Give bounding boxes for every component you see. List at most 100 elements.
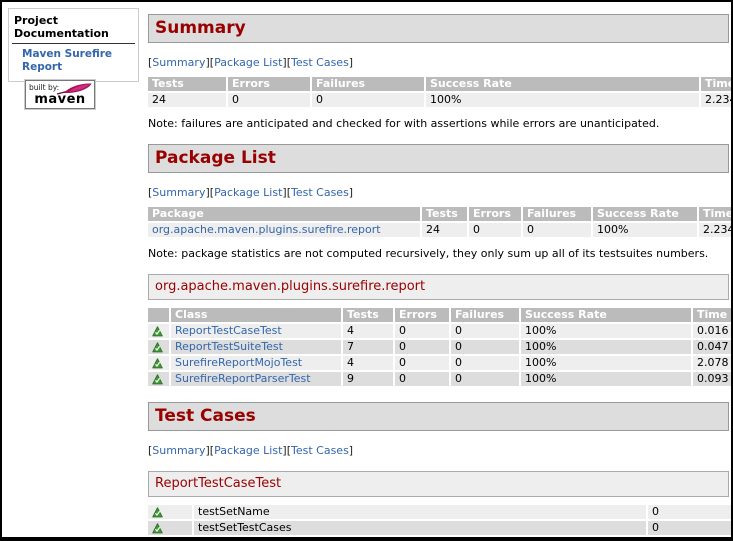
table-cell: 100%	[521, 324, 691, 338]
table-cell: 4	[343, 324, 393, 338]
column-header-success-rate: Success Rate	[521, 308, 691, 322]
package-detail-section-title: org.apache.maven.plugins.surefire.report	[148, 274, 729, 300]
class-row: SurefireReportMojoTest400100%2.078	[148, 356, 733, 370]
bracket: ]	[349, 56, 353, 69]
success-icon	[152, 372, 163, 385]
testcase-name: testSetTestCases	[194, 521, 646, 535]
column-header-time: Time	[701, 77, 733, 91]
table-cell: 100%	[521, 356, 691, 370]
column-header-time: Time	[693, 308, 733, 322]
sidebar-nav: Maven Surefire Report	[12, 44, 135, 73]
table-cell: 0	[395, 340, 449, 354]
table-cell: 100%	[426, 93, 699, 107]
summary-table-header-row: TestsErrorsFailuresSuccess RateTime	[148, 77, 733, 91]
report-content: Summary [Summary][Package List][Test Cas…	[146, 2, 731, 537]
class-table-header-row: ClassTestsErrorsFailuresSuccess RateTime	[148, 308, 733, 322]
sidebar-title: Project Documentation	[12, 13, 135, 44]
surefire-report-page: Project Documentation Maven Surefire Rep…	[0, 0, 733, 541]
testcase-row: testSetName0	[148, 505, 732, 519]
column-header-time: Time	[699, 207, 733, 221]
table-cell: 0	[451, 372, 519, 386]
testcase-name: testSetName	[194, 505, 646, 519]
success-icon	[152, 505, 163, 518]
class-link-reporttestsuitetest[interactable]: ReportTestSuiteTest	[175, 340, 283, 353]
table-cell: 0.093	[693, 372, 733, 386]
table-cell: 0	[451, 356, 519, 370]
class-row: ReportTestSuiteTest700100%0.047	[148, 340, 733, 354]
testcase-row: testSetTestCases0	[148, 521, 732, 535]
package-table-header-row: PackageTestsErrorsFailuresSuccess RateTi…	[148, 207, 733, 221]
table-cell: 0.016	[693, 324, 733, 338]
table-cell: 9	[343, 372, 393, 386]
table-cell: 0	[469, 223, 521, 237]
column-header-success-rate: Success Rate	[426, 77, 699, 91]
section-nav-links: [Summary][Package List][Test Cases]	[148, 444, 729, 457]
column-header-failures: Failures	[523, 207, 591, 221]
package-list-section-title: Package List	[148, 144, 729, 173]
column-header-package: Package	[148, 207, 420, 221]
testcase-time: 0	[648, 505, 732, 519]
nav-link-test-cases[interactable]: Test Cases	[291, 186, 349, 199]
summary-row: 2400100%2.234	[148, 93, 733, 107]
section-nav-links: [Summary][Package List][Test Cases]	[148, 186, 729, 199]
nav-link-package-list[interactable]: Package List	[214, 56, 282, 69]
package-list-note: Note: package statistics are not compute…	[148, 247, 729, 260]
package-list-table: PackageTestsErrorsFailuresSuccess RateTi…	[146, 205, 733, 239]
column-header-class: Class	[171, 308, 341, 322]
class-row: SurefireReportParserTest900100%0.093	[148, 372, 733, 386]
sidebar: Project Documentation Maven Surefire Rep…	[8, 8, 139, 82]
nav-link-summary[interactable]: Summary	[152, 186, 205, 199]
testcase-group-title: ReportTestCaseTest	[148, 471, 729, 497]
bracket: ]	[349, 444, 353, 457]
success-icon	[152, 356, 163, 369]
built-by-maven-logo[interactable]: built by: maven	[25, 80, 95, 109]
column-header-tests: Tests	[343, 308, 393, 322]
table-cell: 24	[422, 223, 467, 237]
table-cell: 4	[343, 356, 393, 370]
table-cell: 0.047	[693, 340, 733, 354]
column-header-errors: Errors	[395, 308, 449, 322]
table-cell: 100%	[521, 372, 691, 386]
nav-link-summary[interactable]: Summary	[152, 56, 205, 69]
column-header-tests: Tests	[148, 77, 226, 91]
column-header-failures: Failures	[312, 77, 424, 91]
nav-link-test-cases[interactable]: Test Cases	[291, 56, 349, 69]
table-cell: 2.078	[693, 356, 733, 370]
class-list-table: ClassTestsErrorsFailuresSuccess RateTime…	[146, 306, 733, 388]
table-cell: 0	[395, 372, 449, 386]
section-nav-links: [Summary][Package List][Test Cases]	[148, 56, 729, 69]
table-cell: 2.234	[699, 223, 733, 237]
table-cell: 2.234	[701, 93, 733, 107]
nav-link-summary[interactable]: Summary	[152, 444, 205, 457]
table-cell: 0	[395, 356, 449, 370]
table-cell: 0	[228, 93, 310, 107]
nav-link-package-list[interactable]: Package List	[214, 186, 282, 199]
class-link-reporttestcasetest[interactable]: ReportTestCaseTest	[175, 324, 282, 337]
maven-wordmark: maven	[26, 92, 94, 107]
nav-link-test-cases[interactable]: Test Cases	[291, 444, 349, 457]
column-header-failures: Failures	[451, 308, 519, 322]
test-cases-section-title: Test Cases	[148, 402, 729, 431]
column-header-errors: Errors	[228, 77, 310, 91]
class-link-surefirereportparsertest[interactable]: SurefireReportParserTest	[175, 372, 311, 385]
table-cell: 0	[395, 324, 449, 338]
column-header-tests: Tests	[422, 207, 467, 221]
table-cell: 0	[523, 223, 591, 237]
package-link[interactable]: org.apache.maven.plugins.surefire.report	[152, 223, 381, 236]
table-cell: 0	[451, 324, 519, 338]
testcase-table: testSetName0 testSetTestCases0	[146, 503, 733, 537]
column-header-success-rate: Success Rate	[593, 207, 697, 221]
class-link-surefirereportmojotest[interactable]: SurefireReportMojoTest	[175, 356, 302, 369]
summary-table: TestsErrorsFailuresSuccess RateTime 2400…	[146, 75, 733, 109]
summary-note: Note: failures are anticipated and check…	[148, 117, 729, 130]
sidebar-item-maven-surefire-report[interactable]: Maven Surefire Report	[22, 48, 112, 73]
table-cell: 7	[343, 340, 393, 354]
success-icon	[152, 324, 163, 337]
success-icon	[152, 340, 163, 353]
column-header-errors: Errors	[469, 207, 521, 221]
bracket: ]	[349, 186, 353, 199]
class-row: ReportTestCaseTest400100%0.016	[148, 324, 733, 338]
table-cell: 0	[312, 93, 424, 107]
nav-link-package-list[interactable]: Package List	[214, 444, 282, 457]
table-cell: 100%	[521, 340, 691, 354]
